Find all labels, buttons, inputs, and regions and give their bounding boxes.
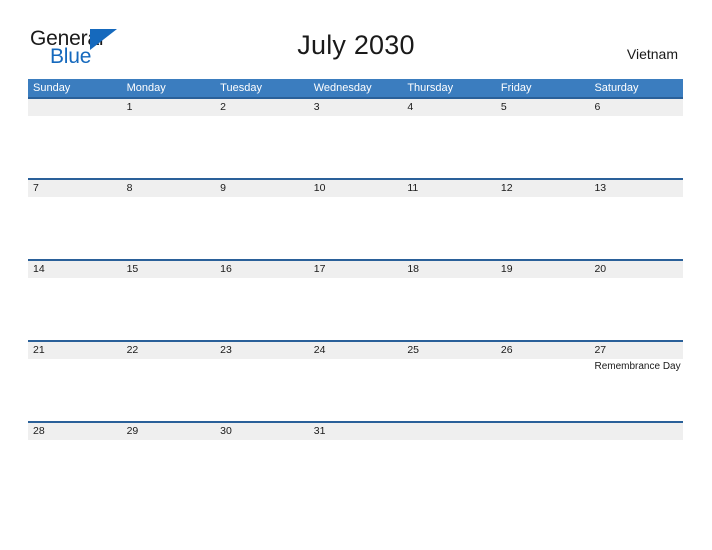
day-event bbox=[122, 197, 216, 259]
day-number[interactable]: 6 bbox=[589, 99, 683, 116]
week-row: 7 8 9 10 11 12 13 bbox=[28, 178, 683, 259]
day-event bbox=[589, 440, 683, 502]
day-number[interactable]: 9 bbox=[215, 180, 309, 197]
day-event bbox=[215, 197, 309, 259]
day-number[interactable]: 25 bbox=[402, 342, 496, 359]
calendar-page: { "logo": { "word_top": "General", "word… bbox=[0, 0, 712, 550]
day-number[interactable]: 1 bbox=[122, 99, 216, 116]
calendar-grid: Sunday Monday Tuesday Wednesday Thursday… bbox=[28, 79, 683, 502]
week-event-body bbox=[28, 197, 683, 259]
day-event bbox=[496, 440, 590, 502]
day-event bbox=[402, 440, 496, 502]
day-event bbox=[402, 197, 496, 259]
day-event bbox=[496, 197, 590, 259]
day-number[interactable]: 22 bbox=[122, 342, 216, 359]
week-date-band: 21 22 23 24 25 26 27 bbox=[28, 342, 683, 359]
day-number[interactable]: 14 bbox=[28, 261, 122, 278]
day-number[interactable] bbox=[402, 423, 496, 440]
day-number[interactable] bbox=[28, 99, 122, 116]
week-row: 14 15 16 17 18 19 20 bbox=[28, 259, 683, 340]
day-event bbox=[215, 440, 309, 502]
day-event bbox=[309, 359, 403, 421]
day-event bbox=[309, 278, 403, 340]
holiday-event-label: Remembrance Day bbox=[594, 361, 681, 372]
week-event-body bbox=[28, 278, 683, 340]
day-number[interactable]: 13 bbox=[589, 180, 683, 197]
day-event bbox=[28, 116, 122, 178]
day-number[interactable]: 15 bbox=[122, 261, 216, 278]
day-number[interactable]: 30 bbox=[215, 423, 309, 440]
day-event bbox=[122, 359, 216, 421]
country-label: Vietnam bbox=[626, 46, 678, 62]
day-event bbox=[402, 278, 496, 340]
day-number[interactable] bbox=[496, 423, 590, 440]
day-event bbox=[496, 116, 590, 178]
day-event bbox=[309, 116, 403, 178]
day-number[interactable]: 23 bbox=[215, 342, 309, 359]
day-number[interactable]: 20 bbox=[589, 261, 683, 278]
day-number[interactable]: 24 bbox=[309, 342, 403, 359]
week-date-band: 14 15 16 17 18 19 20 bbox=[28, 261, 683, 278]
week-event-body bbox=[28, 116, 683, 178]
day-event bbox=[28, 197, 122, 259]
day-number[interactable]: 21 bbox=[28, 342, 122, 359]
weekday-header-row: Sunday Monday Tuesday Wednesday Thursday… bbox=[28, 79, 683, 97]
day-event bbox=[28, 359, 122, 421]
day-event bbox=[215, 278, 309, 340]
week-row: 28 29 30 31 bbox=[28, 421, 683, 502]
day-event bbox=[122, 116, 216, 178]
day-event bbox=[589, 278, 683, 340]
day-event bbox=[589, 197, 683, 259]
day-number[interactable]: 7 bbox=[28, 180, 122, 197]
day-number[interactable]: 3 bbox=[309, 99, 403, 116]
day-number[interactable] bbox=[589, 423, 683, 440]
day-event bbox=[309, 440, 403, 502]
day-number[interactable]: 28 bbox=[28, 423, 122, 440]
week-date-band: 1 2 3 4 5 6 bbox=[28, 99, 683, 116]
day-event bbox=[402, 359, 496, 421]
weekday-header-tuesday: Tuesday bbox=[220, 82, 262, 94]
day-number[interactable]: 11 bbox=[402, 180, 496, 197]
day-number[interactable]: 4 bbox=[402, 99, 496, 116]
weekday-header-monday: Monday bbox=[126, 82, 166, 94]
week-row: 21 22 23 24 25 26 27 Remembrance Day bbox=[28, 340, 683, 421]
day-event bbox=[496, 359, 590, 421]
day-number[interactable]: 19 bbox=[496, 261, 590, 278]
day-event bbox=[496, 278, 590, 340]
day-event bbox=[589, 116, 683, 178]
week-date-band: 7 8 9 10 11 12 13 bbox=[28, 180, 683, 197]
weekday-header-wednesday: Wednesday bbox=[313, 82, 372, 94]
day-number[interactable]: 18 bbox=[402, 261, 496, 278]
day-event bbox=[309, 197, 403, 259]
day-number[interactable]: 17 bbox=[309, 261, 403, 278]
day-event bbox=[122, 278, 216, 340]
page-header: General Blue July 2030 Vietnam bbox=[0, 0, 712, 68]
day-event bbox=[28, 278, 122, 340]
day-number[interactable]: 31 bbox=[309, 423, 403, 440]
day-number[interactable]: 26 bbox=[496, 342, 590, 359]
day-number[interactable]: 27 bbox=[589, 342, 683, 359]
day-number[interactable]: 16 bbox=[215, 261, 309, 278]
weekday-header-friday: Friday bbox=[500, 82, 532, 94]
weekday-header-sunday: Sunday bbox=[33, 82, 71, 94]
page-title: July 2030 bbox=[297, 30, 415, 60]
week-event-body: Remembrance Day bbox=[28, 359, 683, 421]
day-event bbox=[28, 440, 122, 502]
day-number[interactable]: 2 bbox=[215, 99, 309, 116]
day-event bbox=[215, 359, 309, 421]
week-event-body bbox=[28, 440, 683, 502]
weekday-header-thursday: Thursday bbox=[407, 82, 454, 94]
day-number[interactable]: 8 bbox=[122, 180, 216, 197]
day-number[interactable]: 5 bbox=[496, 99, 590, 116]
week-date-band: 28 29 30 31 bbox=[28, 423, 683, 440]
day-number[interactable]: 29 bbox=[122, 423, 216, 440]
day-number[interactable]: 10 bbox=[309, 180, 403, 197]
weekday-header-saturday: Saturday bbox=[594, 82, 639, 94]
day-event bbox=[122, 440, 216, 502]
week-row: 1 2 3 4 5 6 bbox=[28, 97, 683, 178]
day-event bbox=[215, 116, 309, 178]
day-number[interactable]: 12 bbox=[496, 180, 590, 197]
day-event bbox=[402, 116, 496, 178]
